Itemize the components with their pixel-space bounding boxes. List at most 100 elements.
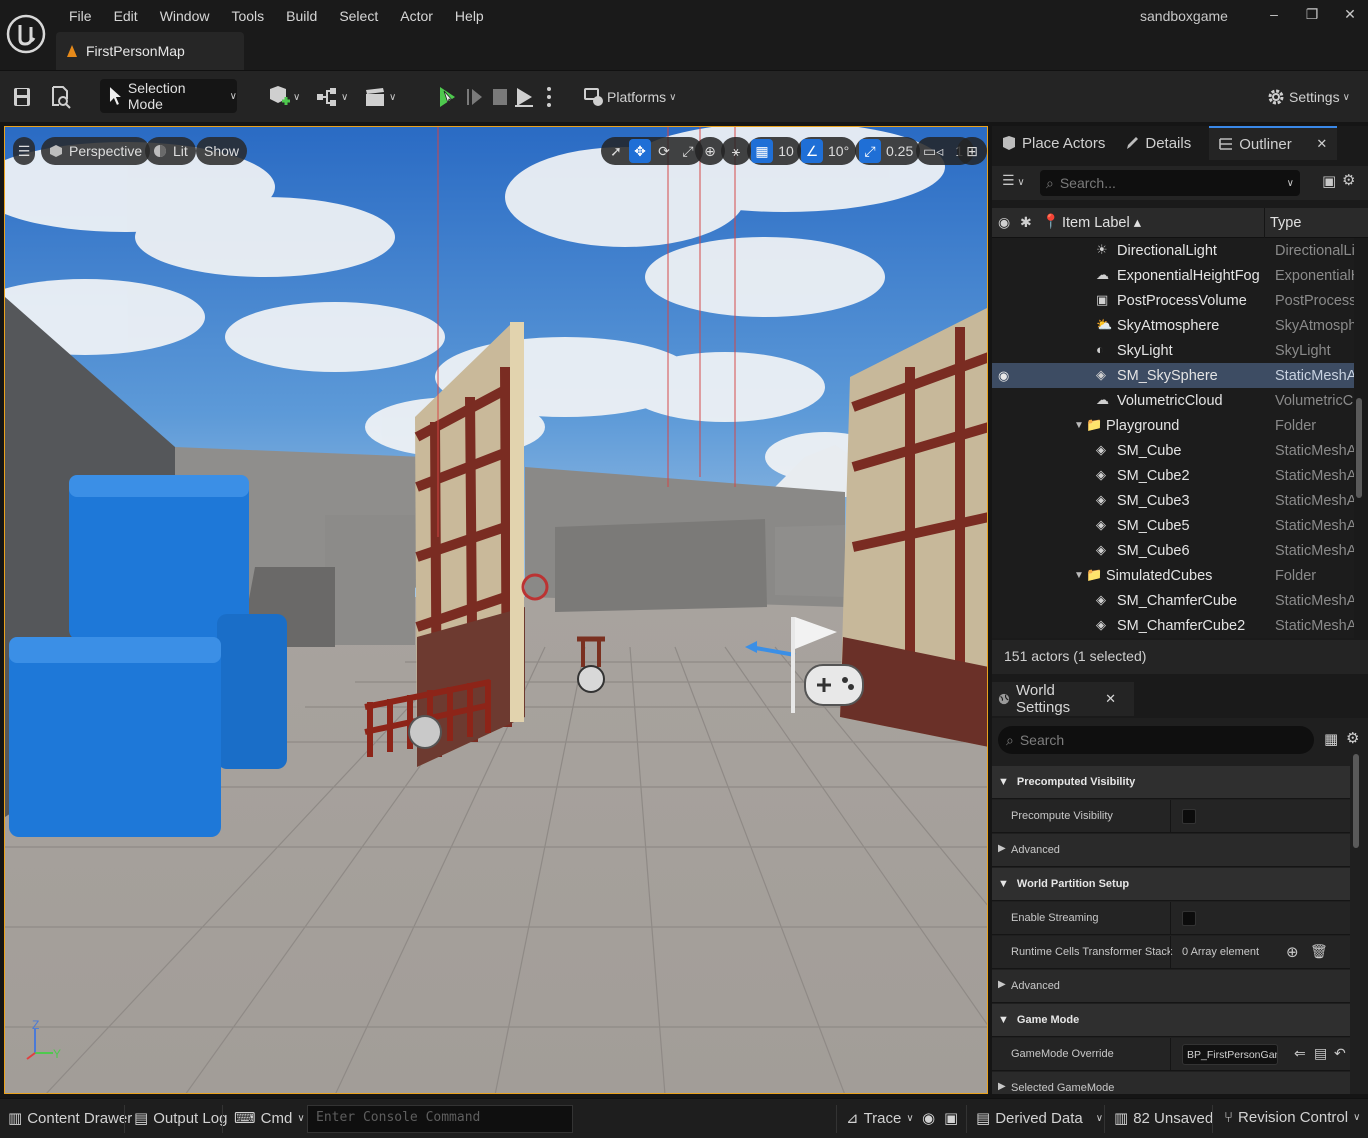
advance-frame-button[interactable] [466, 83, 484, 111]
close-window-button[interactable]: ✕ [1340, 6, 1360, 24]
use-selected-icon[interactable]: ⇐ [1294, 1045, 1306, 1062]
minimize-button[interactable]: – [1264, 6, 1284, 24]
menu-help[interactable]: Help [444, 4, 495, 28]
world-settings-search-input[interactable]: ⌕ Search [998, 726, 1314, 754]
trace-dropdown[interactable]: ⊿ Trace ∨ [846, 1109, 914, 1128]
world-settings-scrollbar[interactable] [1353, 754, 1359, 848]
eject-button[interactable] [514, 83, 534, 111]
maximize-button[interactable]: ❐ [1302, 6, 1322, 24]
cinematics-button[interactable]: ∨ [364, 83, 396, 111]
add-actor-button[interactable]: ∨ [266, 83, 300, 111]
viewport-scene[interactable]: Z Y [5, 127, 988, 1094]
pin-column-icon[interactable]: 📍 [1042, 213, 1059, 230]
level-viewport[interactable]: Z Y ☰ Perspective Lit Show ➚ ✥ ⟳ ⤢ ⊕ ⚹ ▦… [4, 126, 988, 1094]
menu-build[interactable]: Build [275, 4, 328, 28]
selected-gamemode-row[interactable]: ▶ Selected GameMode [992, 1072, 1350, 1094]
add-element-icon[interactable]: ⊕ [1286, 943, 1299, 961]
filter-button[interactable]: ☰ ∨ [1002, 172, 1025, 189]
category-world-partition[interactable]: ▼ World Partition Setup [992, 868, 1350, 901]
outliner-settings-button[interactable]: ⚙ [1342, 171, 1355, 189]
outliner-row[interactable]: ◉ ◈ SM_SkySphere StaticMeshAct [992, 363, 1354, 388]
close-tab-icon[interactable]: ✕ [1105, 691, 1116, 707]
save-button[interactable] [12, 83, 32, 111]
gamemode-override-dropdown[interactable]: BP_FirstPersonGan [1182, 1044, 1278, 1065]
advanced-row[interactable]: ▶ Advanced [992, 970, 1350, 1003]
output-log-button[interactable]: ▤ Output Log [134, 1109, 227, 1128]
tab-place-actors[interactable]: Place Actors [992, 126, 1115, 160]
settings-dropdown[interactable]: Settings ∨ [1266, 83, 1350, 111]
tab-details[interactable]: Details [1115, 126, 1201, 160]
selection-mode-dropdown[interactable]: Selection Mode ∨ [100, 79, 237, 113]
table-view-icon[interactable]: ▦ [1324, 730, 1338, 748]
rotate-tool-button[interactable]: ⟳ [653, 139, 675, 163]
outliner-row[interactable]: ◐ SkyLight SkyLight [992, 338, 1354, 363]
add-folder-button[interactable]: ▣ [1322, 172, 1336, 190]
browse-content-button[interactable] [50, 83, 72, 111]
blueprints-button[interactable]: ∨ [316, 83, 348, 111]
enable-streaming-checkbox[interactable] [1182, 911, 1196, 926]
console-command-input[interactable]: Enter Console Command [307, 1105, 573, 1133]
menu-edit[interactable]: Edit [103, 4, 149, 28]
platforms-dropdown[interactable]: Platforms ∨ [584, 83, 676, 111]
outliner-row[interactable]: ⛅ SkyAtmosphere SkyAtmospher [992, 313, 1354, 338]
record-button[interactable]: ◉ [922, 1109, 935, 1127]
reset-icon[interactable]: ↶ [1334, 1045, 1346, 1062]
type-column[interactable]: Type [1270, 215, 1301, 231]
outliner-row[interactable]: ◈ SM_Cube2 StaticMeshAct [992, 463, 1354, 488]
lit-button[interactable]: Lit [145, 137, 196, 165]
snapshot-button[interactable]: ▣ [944, 1109, 958, 1127]
outliner-search-input[interactable]: ⌕ Search... ∨ [1040, 170, 1300, 196]
trash-icon[interactable]: 🗑 [1310, 943, 1328, 960]
menu-select[interactable]: Select [328, 4, 389, 28]
close-tab-icon[interactable]: ✕ [1316, 136, 1327, 152]
outliner-folder-row[interactable]: ▼ 📁 Playground Folder [992, 413, 1354, 438]
outliner-row[interactable]: ▣ PostProcessVolume PostProcessV [992, 288, 1354, 313]
tab-outliner[interactable]: Outliner ✕ [1209, 126, 1338, 160]
visibility-column-icon[interactable]: ◉ [998, 214, 1010, 231]
unreal-logo-icon[interactable] [6, 7, 46, 63]
item-label-column[interactable]: Item Label ▴ [1062, 215, 1141, 231]
derived-data-dropdown[interactable]: ▤ Derived Data ∨ [976, 1109, 1103, 1128]
star-column-icon[interactable]: ✱ [1020, 214, 1032, 231]
play-button[interactable] [436, 83, 458, 111]
menu-tools[interactable]: Tools [220, 4, 275, 28]
content-drawer-button[interactable]: ▥ Content Drawer [8, 1109, 132, 1128]
gear-icon[interactable]: ⚙ [1346, 729, 1359, 747]
advanced-row[interactable]: ▶ Advanced [992, 834, 1350, 867]
level-tab[interactable]: FirstPersonMap [56, 32, 244, 70]
outliner-row[interactable]: ◈ SM_Cube StaticMeshAct [992, 438, 1354, 463]
visibility-eye-icon[interactable]: ◉ [998, 368, 1014, 384]
play-options-icon[interactable] [547, 85, 551, 109]
outliner-row[interactable]: ☁ ExponentialHeightFog ExponentialHe [992, 263, 1354, 288]
viewport-options-button[interactable]: ☰ [13, 137, 35, 165]
select-tool-button[interactable]: ➚ [605, 139, 627, 163]
precompute-visibility-checkbox[interactable] [1182, 809, 1196, 824]
viewport-layout-button[interactable]: ⊞ [957, 137, 987, 165]
cmd-dropdown[interactable]: ⌨ Cmd ∨ [234, 1109, 305, 1128]
outliner-row[interactable]: ◈ SM_Cube3 StaticMeshAct [992, 488, 1354, 513]
menu-actor[interactable]: Actor [389, 4, 444, 28]
outliner-scrollbar[interactable] [1356, 398, 1362, 498]
outliner-row[interactable]: ◈ SM_ChamferCube2 StaticMeshAct [992, 613, 1354, 638]
scale-snap-button[interactable]: ⤢ 0.25 [855, 137, 921, 165]
outliner-row[interactable]: ☁ VolumetricCloud VolumetricClo [992, 388, 1354, 413]
stop-button[interactable] [492, 83, 508, 111]
show-button[interactable]: Show [196, 137, 248, 165]
outliner-row[interactable]: ◈ SM_ChamferCube StaticMeshAct [992, 588, 1354, 613]
perspective-button[interactable]: Perspective [41, 137, 151, 165]
translate-tool-button[interactable]: ✥ [629, 139, 651, 163]
category-game-mode[interactable]: ▼ Game Mode [992, 1004, 1350, 1037]
rotation-snap-button[interactable]: ∠ 10° [797, 137, 857, 165]
outliner-folder-row[interactable]: ▼ 📁 SimulatedCubes Folder [992, 563, 1354, 588]
browse-icon[interactable]: ▤ [1314, 1045, 1327, 1062]
grid-snap-button[interactable]: ▦ 10 [747, 137, 801, 165]
unsaved-button[interactable]: ▥ 82 Unsaved [1114, 1109, 1213, 1128]
category-precomputed-visibility[interactable]: ▼ Precomputed Visibility [992, 766, 1350, 799]
menu-file[interactable]: File [58, 4, 103, 28]
outliner-row[interactable]: ◈ SM_Cube6 StaticMeshAct [992, 538, 1354, 563]
menu-window[interactable]: Window [149, 4, 221, 28]
outliner-row[interactable]: ◈ SM_Cube5 StaticMeshAct [992, 513, 1354, 538]
outliner-row[interactable]: ☀ DirectionalLight DirectionalLigl [992, 238, 1354, 263]
revision-control-dropdown[interactable]: ⑂ Revision Control ∨ [1224, 1109, 1360, 1126]
tab-world-settings[interactable]: World Settings ✕ [992, 682, 1134, 716]
